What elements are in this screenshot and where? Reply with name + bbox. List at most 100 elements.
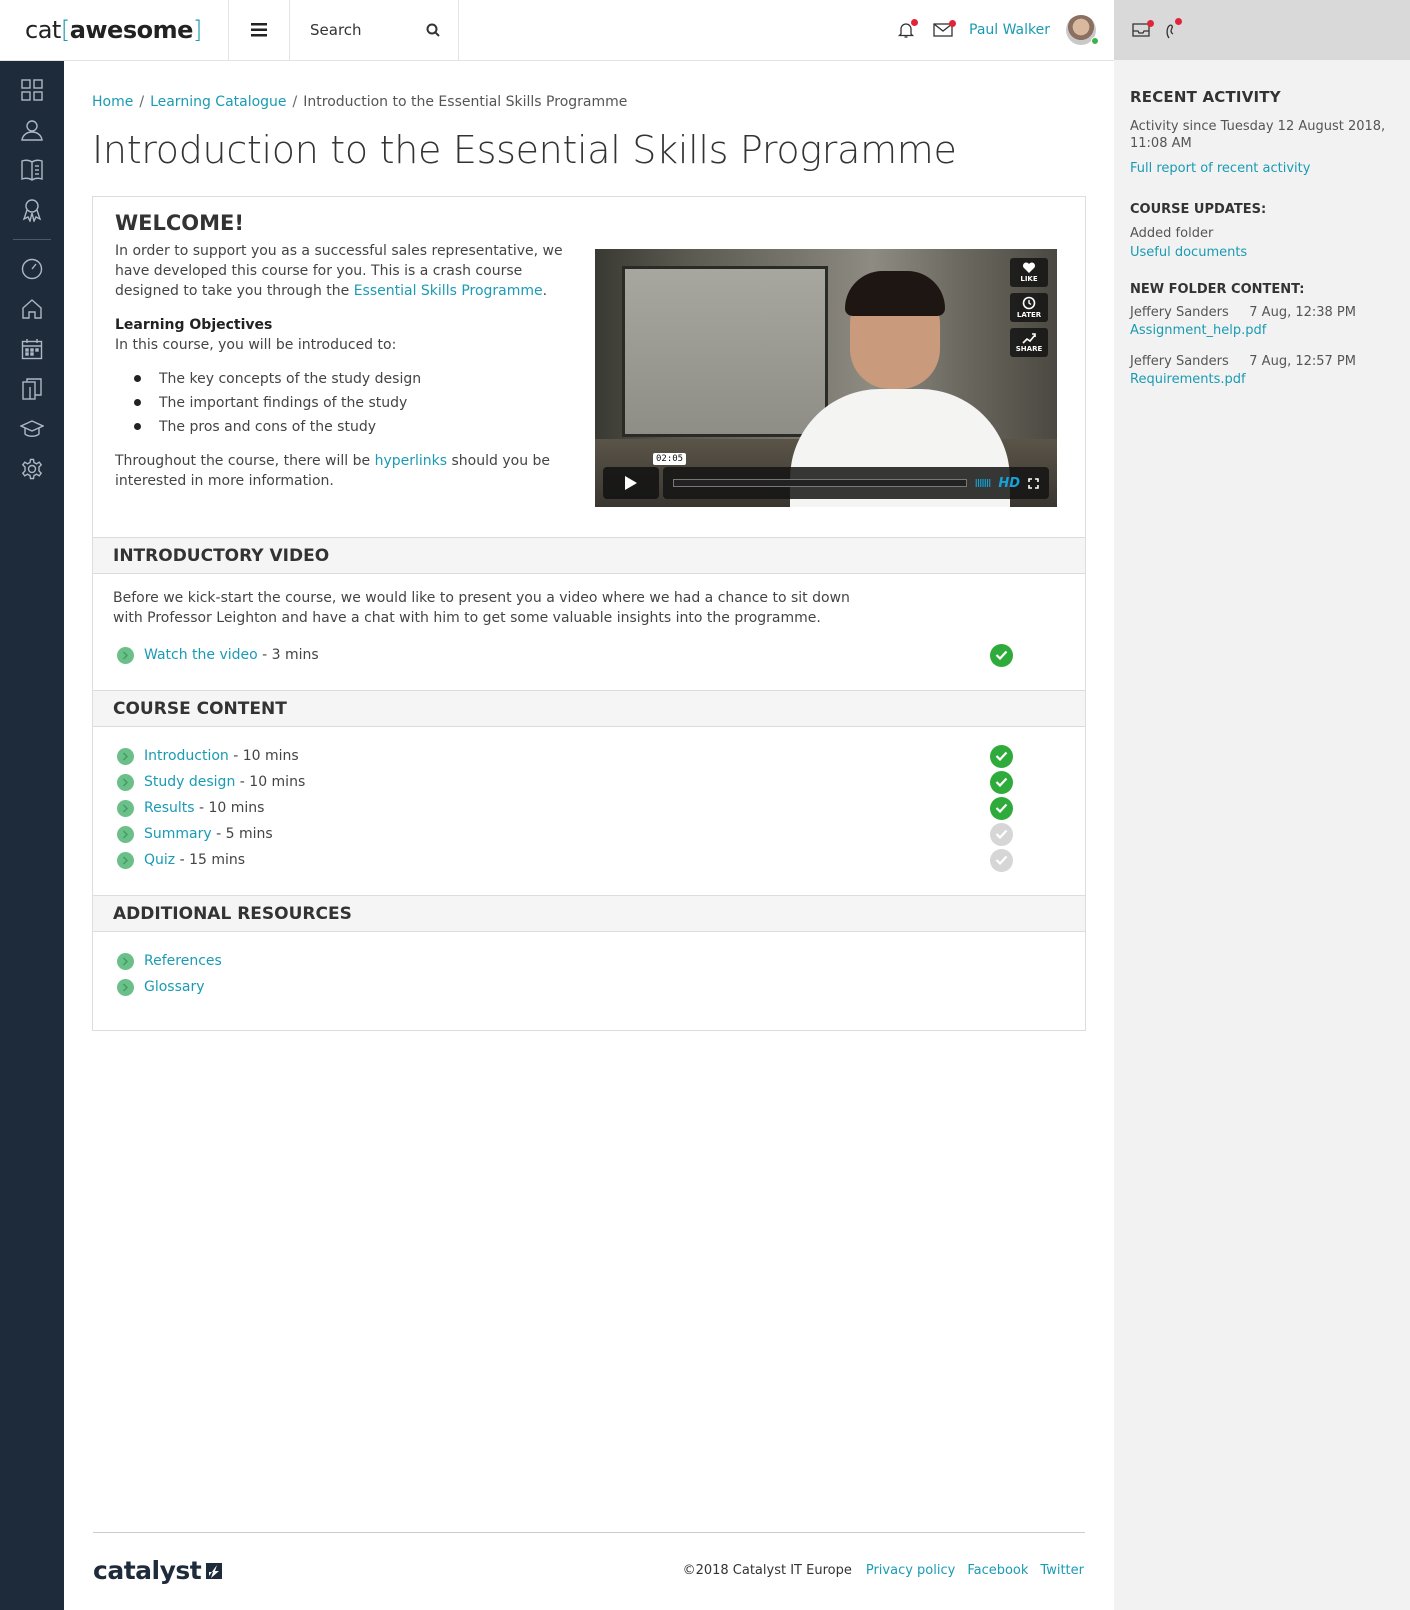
resource-link[interactable]: References — [144, 951, 222, 971]
sidebar-item-documents[interactable] — [0, 369, 64, 409]
search-box[interactable]: Search — [290, 0, 459, 60]
twitter-link[interactable]: Twitter — [1040, 1563, 1084, 1578]
search-input[interactable]: Search — [310, 21, 362, 39]
watch-video-link[interactable]: Watch the video — [144, 647, 258, 663]
user-name-link[interactable]: Paul Walker — [969, 22, 1050, 38]
video-seek-bar[interactable] — [673, 479, 967, 487]
chevron-right-icon — [117, 825, 134, 843]
footer-logo[interactable]: catalyst — [93, 1556, 223, 1585]
chevron-right-icon — [117, 799, 134, 817]
messages-button[interactable] — [933, 20, 956, 38]
presence-button[interactable] — [1165, 18, 1182, 40]
sidebar-item-home[interactable] — [0, 289, 64, 329]
top-bar: cat[awesome] Search Paul Walker — [0, 0, 1114, 61]
video-share-button[interactable]: SHARE — [1010, 328, 1048, 357]
recent-activity-heading: RECENT ACTIVITY — [1130, 88, 1281, 106]
inbox-button[interactable] — [1131, 20, 1154, 38]
course-item-link[interactable]: Introduction — [144, 748, 229, 764]
chevron-right-icon — [117, 851, 134, 869]
search-icon[interactable] — [426, 23, 440, 37]
welcome-intro: In order to support you as a successful … — [115, 241, 565, 301]
item-duration: - 3 mins — [257, 647, 319, 663]
left-sidebar — [0, 61, 64, 1610]
video-later-label: LATER — [1016, 311, 1042, 319]
resource-link[interactable]: Glossary — [144, 977, 205, 997]
right-panel-toolbar — [1114, 0, 1410, 60]
sidebar-item-users[interactable] — [0, 110, 64, 150]
notifications-button[interactable] — [897, 19, 918, 39]
footer-logo-text: catalyst — [93, 1556, 202, 1585]
chevron-right-icon — [117, 952, 134, 970]
menu-toggle-button[interactable] — [229, 0, 290, 60]
video-hd-toggle[interactable]: HD — [998, 476, 1020, 491]
breadcrumb-catalogue-link[interactable]: Learning Catalogue — [150, 94, 286, 110]
logo-main: awesome — [69, 16, 194, 44]
dashboard-icon — [21, 79, 43, 101]
item-duration: - 10 mins — [228, 748, 299, 764]
folder-item: Jeffery Sanders 7 Aug, 12:38 PM Assignmen… — [1130, 305, 1394, 340]
sidebar-item-settings[interactable] — [0, 449, 64, 489]
video-progress-area: 02:05 IIIIIII HD — [653, 453, 1049, 499]
breadcrumb-home-link[interactable]: Home — [92, 94, 133, 110]
item-duration: - 10 mins — [194, 800, 265, 816]
folder-item-file-link[interactable]: Assignment_help.pdf — [1130, 322, 1394, 340]
list-item: The pros and cons of the study — [134, 415, 565, 439]
sidebar-item-calendar[interactable] — [0, 329, 64, 369]
app-logo[interactable]: cat[awesome] — [0, 0, 229, 60]
logo-prefix: cat — [25, 16, 61, 44]
facebook-link[interactable]: Facebook — [967, 1563, 1028, 1578]
video-share-label: SHARE — [1015, 345, 1043, 353]
folder-item-time: 7 Aug, 12:38 PM — [1249, 305, 1356, 320]
objectives-list: The key concepts of the study design The… — [134, 367, 565, 439]
video-later-button[interactable]: LATER — [1010, 293, 1048, 322]
updates-text: Added folder — [1130, 226, 1214, 241]
welcome-intro-end: . — [542, 283, 548, 299]
sidebar-item-performance[interactable] — [0, 249, 64, 289]
footer-copyright: ©2018 Catalyst IT Europe — [682, 1563, 852, 1578]
footer-divider — [93, 1532, 1085, 1533]
inbox-badge — [1147, 20, 1154, 27]
objectives-intro: In this course, you will be introduced t… — [115, 337, 397, 353]
sidebar-item-dashboard[interactable] — [0, 70, 64, 110]
folder-item: Jeffery Sanders 7 Aug, 12:57 PM Requireme… — [1130, 354, 1394, 389]
video-player[interactable]: LIKE LATER SHARE 02:05 IIIIIII HD — [595, 249, 1057, 507]
course-content-heading: COURSE CONTENT — [93, 690, 1085, 727]
avatar[interactable] — [1066, 15, 1099, 45]
folder-item-user: Jeffery Sanders — [1130, 305, 1229, 320]
essential-skills-link[interactable]: Essential Skills Programme — [354, 283, 543, 299]
sidebar-item-learning[interactable] — [0, 409, 64, 449]
list-item: Study design - 10 mins — [113, 769, 1065, 795]
course-item-link[interactable]: Results — [144, 800, 195, 816]
sidebar-item-badges[interactable] — [0, 190, 64, 230]
list-item: Summary - 5 mins — [113, 821, 1065, 847]
video-like-button[interactable]: LIKE — [1010, 258, 1048, 287]
folder-item-user: Jeffery Sanders — [1130, 354, 1229, 369]
share-icon — [1022, 333, 1036, 344]
sidebar-item-catalogue[interactable] — [0, 150, 64, 190]
course-item-link[interactable]: Summary — [144, 826, 212, 842]
full-report-link[interactable]: Full report of recent activity — [1130, 160, 1394, 178]
folder-item-file-link[interactable]: Requirements.pdf — [1130, 371, 1394, 389]
video-volume-control[interactable]: IIIIIII — [975, 477, 992, 490]
catalogue-icon — [21, 159, 43, 181]
incomplete-check-icon — [990, 822, 1013, 846]
course-item-link[interactable]: Study design — [144, 774, 235, 790]
breadcrumb: Home / Learning Catalogue / Introduction to … — [92, 94, 1087, 110]
list-item: Watch the video - 3 mins — [113, 642, 1065, 668]
new-folder-content-heading: NEW FOLDER CONTENT: — [1130, 282, 1305, 297]
hyperlinks-link[interactable]: hyperlinks — [375, 453, 447, 469]
list-item: Introduction - 10 mins — [113, 743, 1065, 769]
gauge-icon — [21, 258, 43, 280]
additional-resources-list: References Glossary — [93, 932, 1085, 1030]
play-icon — [625, 476, 637, 490]
fullscreen-icon[interactable] — [1028, 477, 1039, 489]
folder-item-time: 7 Aug, 12:57 PM — [1249, 354, 1356, 369]
useful-documents-link[interactable]: Useful documents — [1130, 244, 1394, 262]
privacy-policy-link[interactable]: Privacy policy — [866, 1563, 955, 1578]
course-item-link[interactable]: Quiz — [144, 852, 175, 868]
user-area: Paul Walker — [459, 0, 1114, 60]
list-item: Results - 10 mins — [113, 795, 1065, 821]
video-controls: 02:05 IIIIIII HD — [603, 453, 1049, 499]
video-play-button[interactable] — [603, 467, 659, 499]
settings-icon — [21, 458, 43, 480]
